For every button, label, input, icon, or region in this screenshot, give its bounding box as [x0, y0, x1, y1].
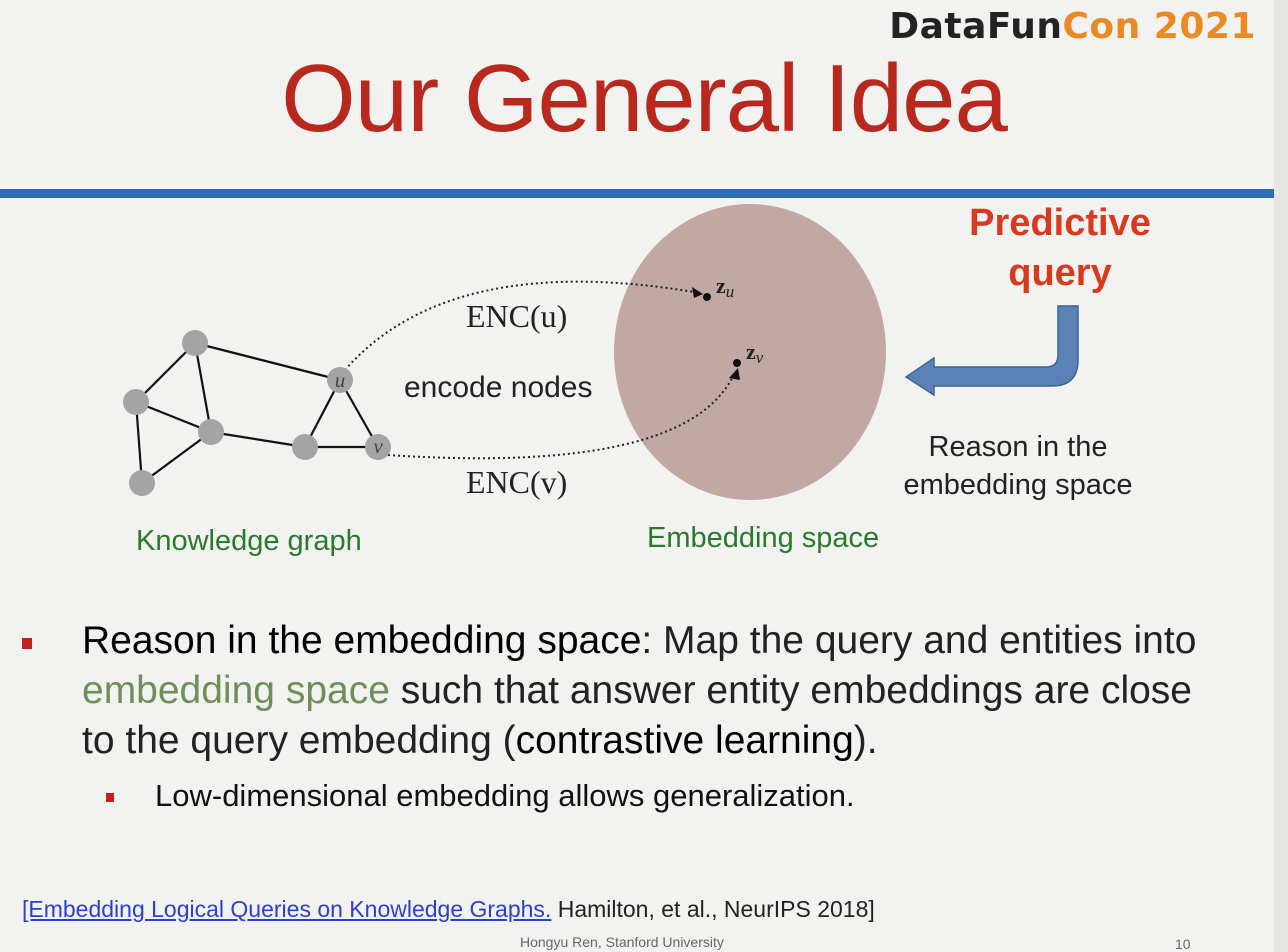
graph-node: [292, 434, 318, 460]
bullet-main-soft: embedding space: [82, 669, 390, 712]
bullet-main-part3: ).: [853, 719, 878, 762]
embedding-space-label: Embedding space: [647, 522, 880, 554]
graph-node: [129, 470, 155, 496]
page-number: 10: [1175, 936, 1191, 952]
reference-rest: Hamilton, et al., NeurIPS 2018]: [551, 896, 875, 922]
graph-node: [123, 389, 149, 415]
graph-node: [198, 419, 224, 445]
graph-node: [182, 330, 208, 356]
predictive-query-arrow: [904, 305, 1079, 397]
bullet-sub-text: Low-dimensional embedding allows general…: [155, 778, 855, 813]
z-v-symbol: z: [746, 339, 756, 364]
node-u-label: u: [335, 368, 346, 392]
footer-author: Hongyu Ren, Stanford University: [520, 934, 724, 950]
reason-line-2: embedding space: [903, 469, 1133, 501]
embedding-point-u: [703, 293, 711, 301]
conference-logo: DataFunCon 2021: [889, 6, 1256, 47]
slide-title: Our General Idea: [281, 45, 1008, 152]
z-u-symbol: z: [716, 273, 726, 298]
enc-u-label: ENC(u): [466, 298, 568, 334]
predictive-line-2: query: [1008, 252, 1112, 294]
reason-in-embedding-label: Reason in the embedding space: [880, 428, 1156, 504]
bullet-main-part1: : Map the query and entities into: [641, 619, 1197, 662]
z-u-subscript: u: [726, 282, 735, 301]
encode-nodes-label: encode nodes: [404, 371, 593, 404]
bullet-main-strong2: contrastive learning: [515, 719, 854, 762]
bullet-marker: [22, 638, 32, 649]
enc-v-label: ENC(v): [466, 464, 568, 500]
bullet-main-strong: Reason in the embedding space: [82, 619, 642, 662]
predictive-line-1: Predictive: [969, 202, 1151, 244]
reference: [Embedding Logical Queries on Knowledge …: [22, 896, 875, 923]
embedding-point-v: [733, 359, 741, 367]
sub-bullet-marker: [106, 793, 114, 802]
node-v-label: v: [373, 434, 383, 458]
reason-line-1: Reason in the: [928, 431, 1108, 463]
z-v-subscript: v: [756, 348, 764, 367]
logo-accent: Con 2021: [1062, 6, 1256, 47]
slide: DataFunCon 2021 Our General Idea u v zu …: [0, 0, 1288, 952]
logo-main: DataFun: [889, 6, 1063, 47]
reference-link[interactable]: [Embedding Logical Queries on Knowledge …: [22, 896, 551, 922]
predictive-query-label: Predictive query: [940, 198, 1180, 298]
title-divider: [0, 189, 1274, 198]
knowledge-graph-label: Knowledge graph: [136, 525, 362, 557]
graph-edges: [134, 341, 379, 484]
bullet-main-text: Reason in the embedding space: Map the q…: [82, 616, 1222, 766]
